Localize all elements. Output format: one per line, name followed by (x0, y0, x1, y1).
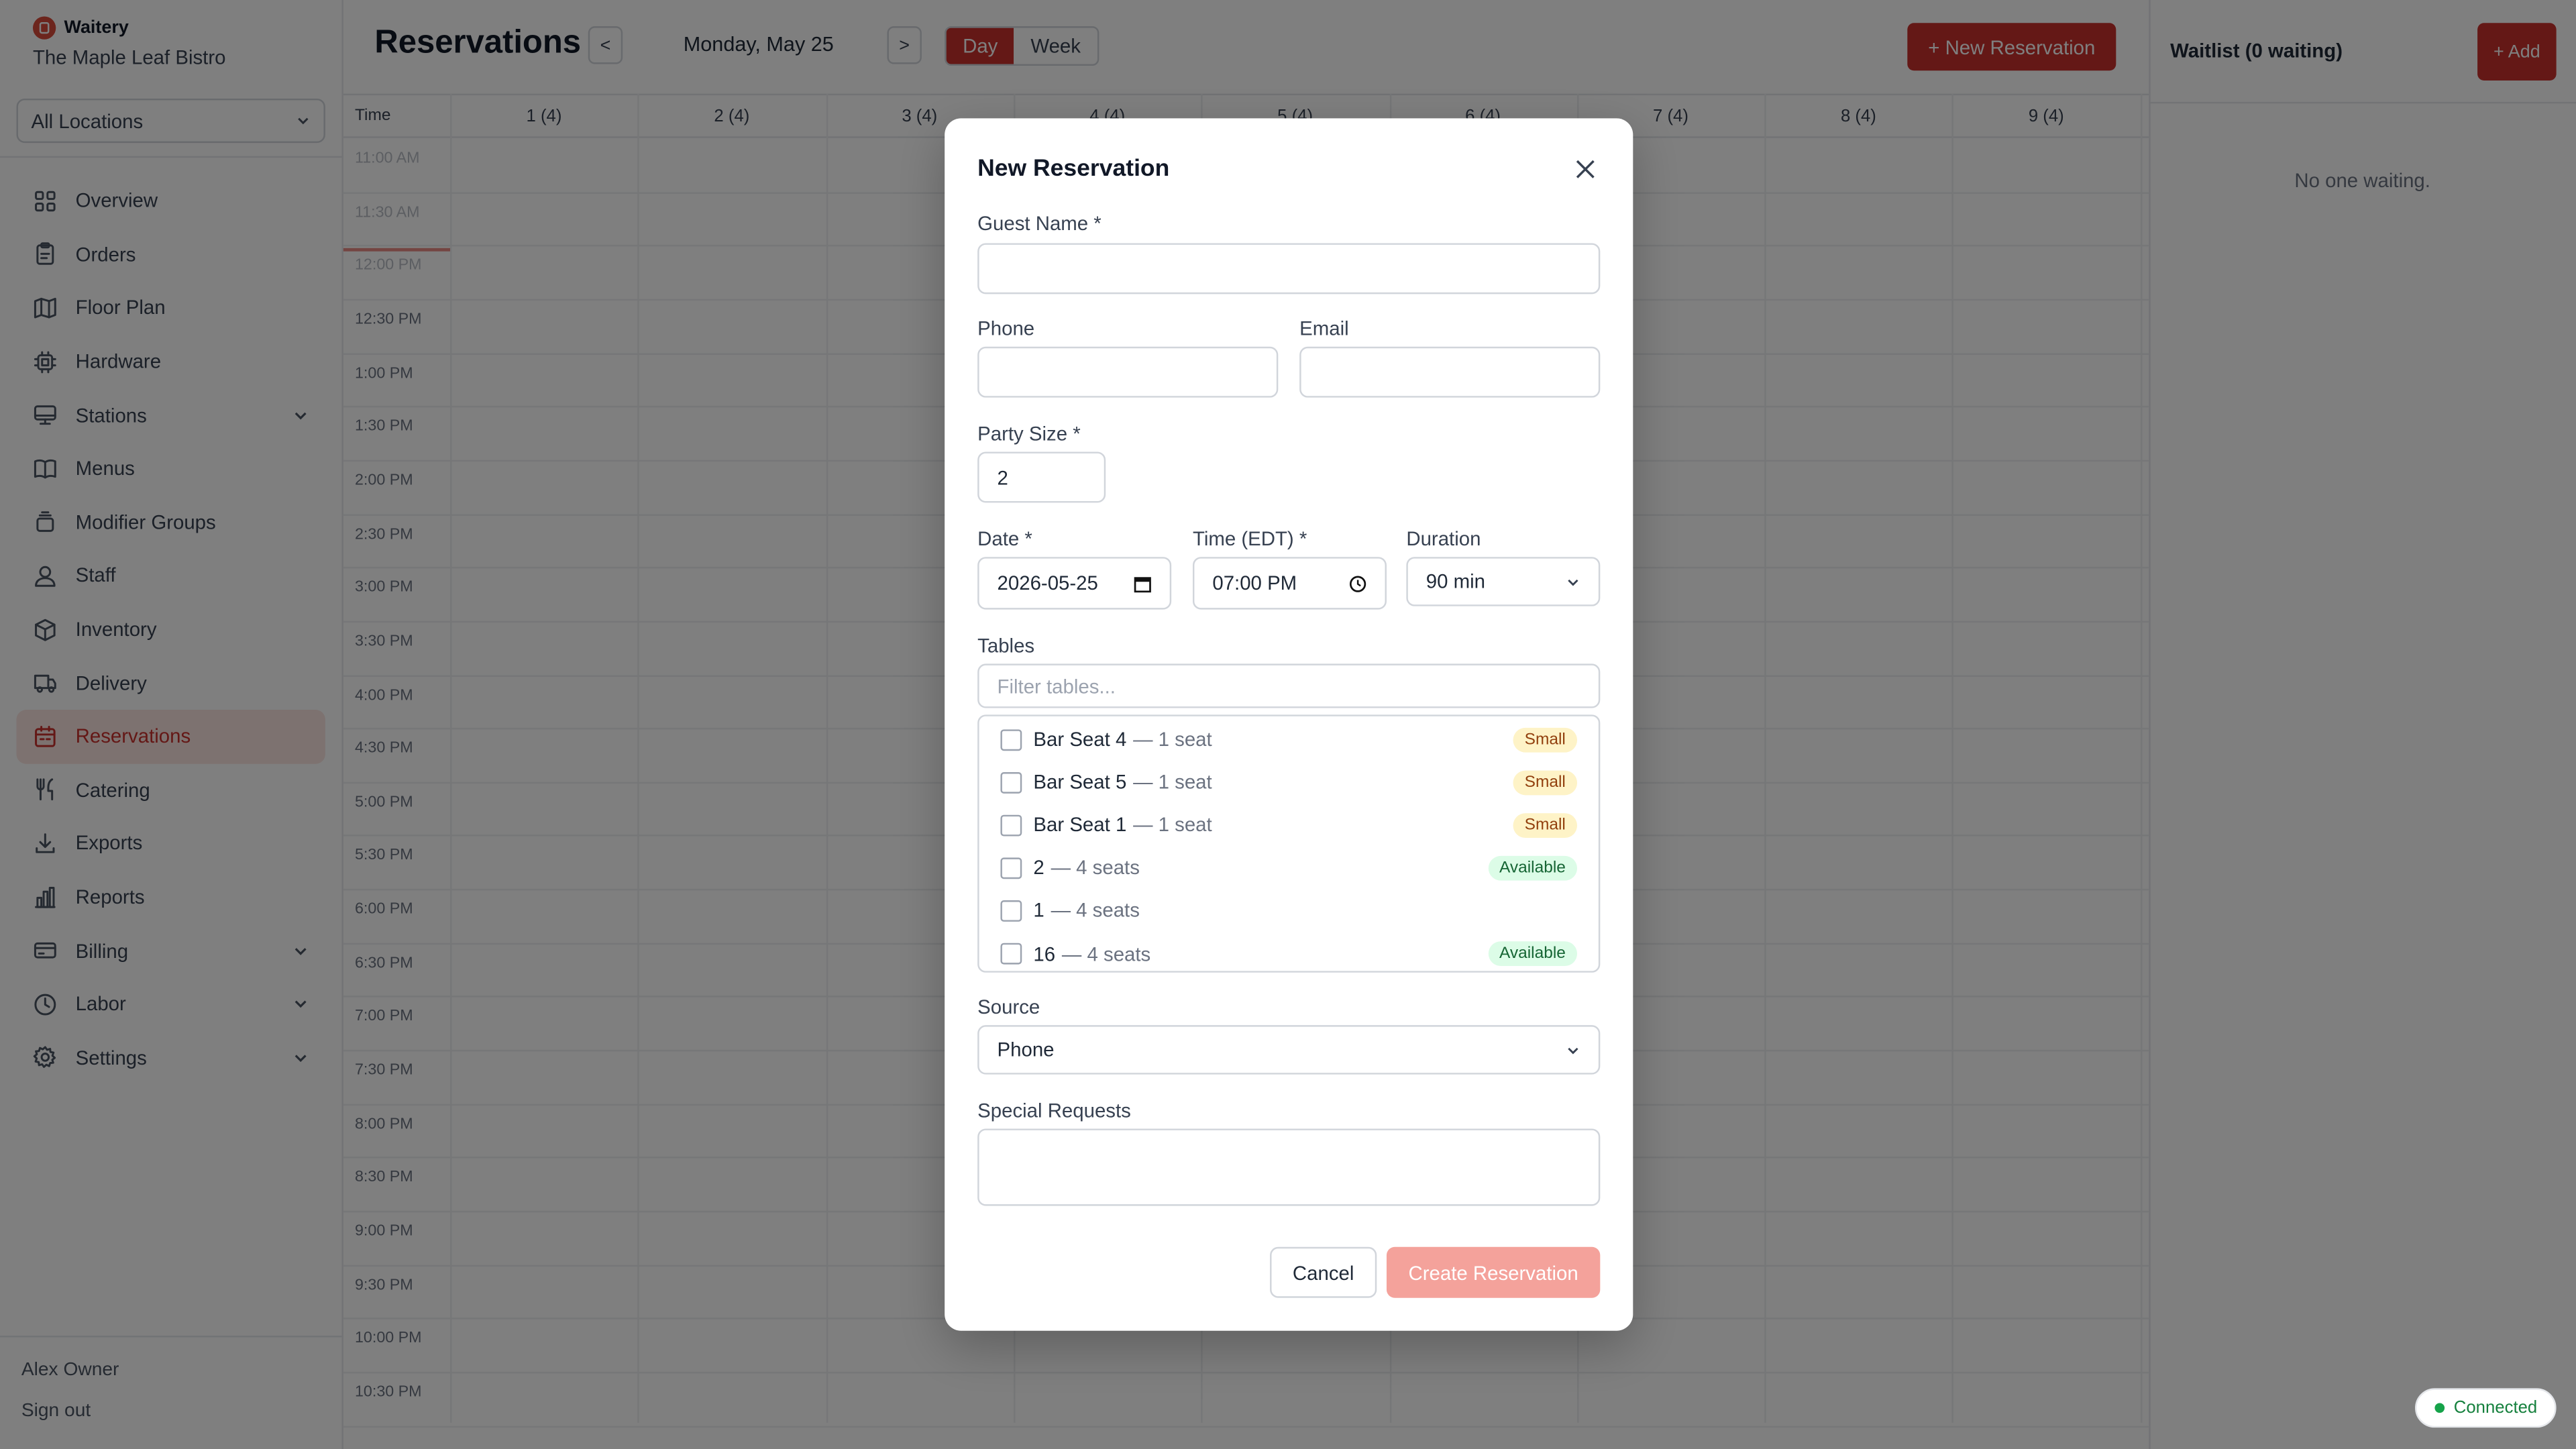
table-checkbox[interactable] (1000, 943, 1022, 965)
calendar-picker-icon[interactable] (1134, 574, 1152, 592)
table-status-badge: Available (1487, 941, 1578, 967)
status-dot-icon (2434, 1403, 2445, 1413)
table-status-badge: Available (1487, 855, 1578, 881)
duration-select-value: 90 min (1426, 570, 1485, 594)
date-label: Date * (977, 527, 1032, 551)
clock-picker-icon[interactable] (1349, 574, 1367, 592)
table-status-badge: Small (1513, 812, 1578, 838)
date-input[interactable]: 2026-05-25 (977, 557, 1172, 610)
date-input-value: 2026-05-25 (997, 572, 1098, 595)
table-checkbox[interactable] (1000, 857, 1022, 879)
email-label: Email (1299, 317, 1349, 340)
create-reservation-button[interactable]: Create Reservation (1386, 1246, 1601, 1298)
phone-label: Phone (977, 317, 1035, 340)
table-option-name: Bar Seat 5 (1033, 770, 1127, 794)
close-icon[interactable] (1574, 158, 1597, 180)
table-option[interactable]: Bar Seat 4— 1 seat Small (979, 718, 1599, 761)
email-input[interactable] (1299, 346, 1601, 398)
table-option-name: 16 (1033, 942, 1056, 965)
table-checkbox[interactable] (1000, 814, 1022, 836)
table-option-seats: — 4 seats (1051, 899, 1140, 922)
time-label: Time (EDT) * (1192, 527, 1307, 551)
source-select[interactable]: Phone (977, 1025, 1601, 1075)
party-size-label: Party Size * (977, 422, 1081, 445)
table-option[interactable]: 16— 4 seats Available (979, 932, 1599, 971)
table-option-seats: — 1 seat (1133, 727, 1212, 751)
table-option[interactable]: 1 — 4 seats (979, 890, 1599, 932)
chevron-down-icon (1568, 1046, 1578, 1054)
table-option-seats: — 1 seat (1133, 813, 1212, 837)
table-option-name: 2 (1033, 856, 1044, 879)
table-status-badge: Small (1513, 769, 1578, 795)
time-input[interactable]: 07:00 PM (1192, 557, 1387, 610)
guest-name-input[interactable] (977, 243, 1601, 294)
tables-label: Tables (977, 634, 1035, 657)
table-checkbox[interactable] (1000, 771, 1022, 793)
time-input-value: 07:00 PM (1212, 572, 1297, 595)
table-option[interactable]: 2 — 4 seats Available (979, 847, 1599, 890)
special-requests-textarea[interactable] (977, 1128, 1601, 1206)
table-option[interactable]: Bar Seat 1— 1 seat Small (979, 804, 1599, 847)
duration-select[interactable]: 90 min (1406, 557, 1601, 606)
chevron-down-icon (1568, 578, 1578, 586)
source-select-value: Phone (997, 1038, 1055, 1062)
new-reservation-modal: New Reservation Guest Name * Phone Email… (945, 118, 1633, 1331)
tables-list[interactable]: Bar Seat 4— 1 seat Small Bar Seat 5— 1 sea… (977, 714, 1601, 973)
table-option-seats: — 4 seats (1061, 942, 1151, 965)
special-requests-label: Special Requests (977, 1099, 1131, 1122)
table-checkbox[interactable] (1000, 900, 1022, 922)
table-checkbox[interactable] (1000, 729, 1022, 750)
table-option-seats: — 1 seat (1133, 770, 1212, 794)
tables-filter-input[interactable]: Filter tables... (977, 663, 1601, 708)
connection-status: Connected (2415, 1388, 2557, 1428)
table-option-seats: — 4 seats (1051, 856, 1140, 879)
table-option-name: 1 (1033, 899, 1044, 922)
guest-name-label: Guest Name * (977, 211, 1102, 235)
table-status-badge: Small (1513, 727, 1578, 752)
modal-title: New Reservation (977, 156, 1170, 182)
party-size-input[interactable]: 2 (977, 451, 1106, 503)
connection-status-label: Connected (2453, 1398, 2538, 1418)
cancel-button[interactable]: Cancel (1270, 1246, 1377, 1298)
phone-input[interactable] (977, 346, 1279, 398)
table-option[interactable]: Bar Seat 5— 1 seat Small (979, 761, 1599, 804)
table-option-name: Bar Seat 1 (1033, 813, 1127, 837)
duration-label: Duration (1406, 527, 1481, 551)
source-label: Source (977, 996, 1040, 1019)
table-option-name: Bar Seat 4 (1033, 727, 1127, 751)
